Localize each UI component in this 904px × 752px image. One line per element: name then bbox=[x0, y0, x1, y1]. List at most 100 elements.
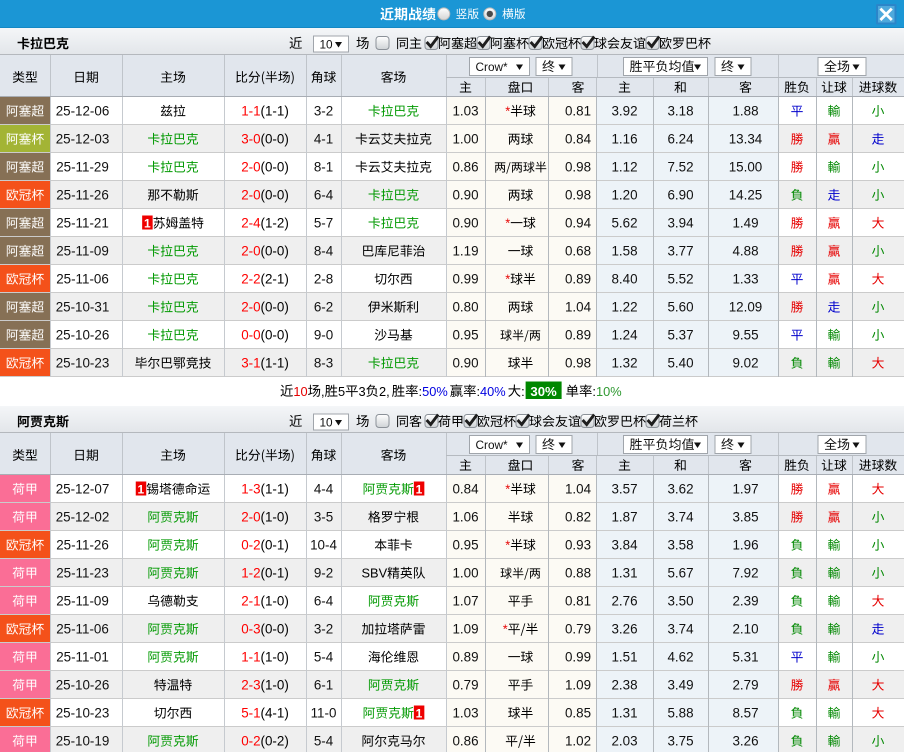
svg-text:*: * bbox=[505, 104, 510, 119]
svg-text:Crow*: Crow* bbox=[476, 438, 509, 452]
svg-text:0-3: 0-3 bbox=[241, 622, 260, 637]
svg-text:2-0: 2-0 bbox=[241, 510, 260, 525]
svg-text:1.51: 1.51 bbox=[611, 650, 637, 665]
svg-text:2-0: 2-0 bbox=[241, 160, 260, 175]
svg-text:2-3: 2-3 bbox=[241, 678, 260, 693]
svg-text:3.26: 3.26 bbox=[732, 734, 758, 749]
svg-text:0.99: 0.99 bbox=[452, 272, 478, 287]
svg-text:9.02: 9.02 bbox=[732, 356, 758, 371]
svg-text:25-11-21: 25-11-21 bbox=[56, 216, 109, 231]
svg-text:1-3: 1-3 bbox=[241, 482, 260, 497]
svg-text:0.99: 0.99 bbox=[565, 650, 591, 665]
svg-text:6.90: 6.90 bbox=[667, 188, 693, 203]
svg-text:9.55: 9.55 bbox=[732, 328, 758, 343]
svg-text:8-1: 8-1 bbox=[314, 160, 333, 175]
svg-text:3.84: 3.84 bbox=[611, 538, 638, 553]
svg-text:1: 1 bbox=[144, 216, 151, 230]
svg-text:25-11-09: 25-11-09 bbox=[56, 594, 109, 609]
svg-text:0.90: 0.90 bbox=[452, 216, 478, 231]
svg-text:11-0: 11-0 bbox=[311, 706, 337, 721]
svg-text:3.62: 3.62 bbox=[667, 482, 693, 497]
svg-text:*: * bbox=[505, 272, 510, 287]
svg-text:3.74: 3.74 bbox=[667, 510, 694, 525]
svg-text:(1-1): (1-1) bbox=[261, 482, 289, 497]
svg-text:3.57: 3.57 bbox=[611, 482, 637, 497]
svg-text:0.84: 0.84 bbox=[565, 132, 592, 147]
svg-text:0.90: 0.90 bbox=[452, 356, 478, 371]
svg-text:0.85: 0.85 bbox=[565, 706, 591, 721]
svg-text:4-1: 4-1 bbox=[314, 132, 333, 147]
svg-text:10%: 10% bbox=[596, 384, 622, 399]
svg-text::: : bbox=[521, 384, 525, 399]
svg-text:1.03: 1.03 bbox=[452, 104, 478, 119]
svg-text:(4-1): (4-1) bbox=[261, 706, 289, 721]
svg-text:3: 3 bbox=[359, 384, 366, 399]
svg-text:(0-0): (0-0) bbox=[261, 132, 289, 147]
svg-text:0.79: 0.79 bbox=[452, 678, 478, 693]
svg-text:2-0: 2-0 bbox=[241, 188, 260, 203]
svg-text:25-11-09: 25-11-09 bbox=[56, 244, 109, 259]
svg-text:0.86: 0.86 bbox=[452, 160, 478, 175]
svg-text:(0-1): (0-1) bbox=[261, 538, 289, 553]
svg-text:(2-1): (2-1) bbox=[261, 272, 289, 287]
svg-text:3.77: 3.77 bbox=[667, 244, 693, 259]
svg-text:0.95: 0.95 bbox=[452, 538, 478, 553]
svg-text:3.58: 3.58 bbox=[667, 538, 693, 553]
svg-text:(0-0): (0-0) bbox=[261, 328, 289, 343]
svg-text:3-1: 3-1 bbox=[241, 356, 260, 371]
svg-text:1.00: 1.00 bbox=[452, 132, 478, 147]
svg-text:*: * bbox=[505, 538, 510, 553]
svg-text:0.80: 0.80 bbox=[452, 300, 478, 315]
svg-text:7.52: 7.52 bbox=[667, 160, 693, 175]
svg-text:25-12-03: 25-12-03 bbox=[56, 132, 110, 147]
svg-text:7.92: 7.92 bbox=[732, 566, 758, 581]
svg-text:1.07: 1.07 bbox=[452, 594, 478, 609]
svg-text:*: * bbox=[503, 622, 508, 637]
svg-text:1-1: 1-1 bbox=[241, 650, 260, 665]
svg-text:10-4: 10-4 bbox=[310, 538, 337, 553]
svg-text:1.03: 1.03 bbox=[452, 706, 478, 721]
svg-text:25-10-26: 25-10-26 bbox=[56, 328, 110, 343]
svg-text:1.16: 1.16 bbox=[611, 132, 637, 147]
svg-text:*: * bbox=[505, 216, 510, 231]
svg-text:2-0: 2-0 bbox=[241, 300, 260, 315]
svg-text:0.88: 0.88 bbox=[565, 566, 591, 581]
svg-text:50%: 50% bbox=[422, 384, 448, 399]
svg-text:1.09: 1.09 bbox=[452, 622, 478, 637]
svg-text:10: 10 bbox=[293, 384, 307, 399]
svg-text:(1-0): (1-0) bbox=[261, 594, 289, 609]
svg-text:3.18: 3.18 bbox=[667, 104, 693, 119]
svg-text:1.12: 1.12 bbox=[611, 160, 637, 175]
svg-text:5.60: 5.60 bbox=[667, 300, 693, 315]
svg-text:8.57: 8.57 bbox=[732, 706, 758, 721]
svg-text:1.31: 1.31 bbox=[611, 566, 637, 581]
svg-text:25-10-26: 25-10-26 bbox=[56, 678, 110, 693]
svg-text:3.94: 3.94 bbox=[667, 216, 694, 231]
svg-text:25-11-06: 25-11-06 bbox=[56, 272, 109, 287]
svg-text:(1-0): (1-0) bbox=[261, 510, 289, 525]
svg-text:25-11-26: 25-11-26 bbox=[56, 188, 109, 203]
svg-text:30%: 30% bbox=[530, 384, 557, 399]
svg-text:0.98: 0.98 bbox=[565, 356, 591, 371]
svg-text:3.74: 3.74 bbox=[667, 622, 694, 637]
svg-text:1.24: 1.24 bbox=[611, 328, 638, 343]
svg-text:0.81: 0.81 bbox=[565, 104, 591, 119]
svg-text:0.90: 0.90 bbox=[452, 188, 478, 203]
svg-text:12.09: 12.09 bbox=[729, 300, 763, 315]
svg-text:10: 10 bbox=[320, 415, 334, 429]
svg-text:25-10-19: 25-10-19 bbox=[56, 734, 110, 749]
svg-text:0-2: 0-2 bbox=[241, 734, 260, 749]
svg-text:5.67: 5.67 bbox=[667, 566, 693, 581]
svg-text:1.06: 1.06 bbox=[452, 510, 478, 525]
svg-text:25-11-01: 25-11-01 bbox=[56, 650, 109, 665]
svg-text:1.09: 1.09 bbox=[565, 678, 591, 693]
svg-text:25-10-23: 25-10-23 bbox=[56, 356, 110, 371]
svg-text:3-5: 3-5 bbox=[314, 510, 333, 525]
svg-text:2.03: 2.03 bbox=[611, 734, 637, 749]
svg-text:2-2: 2-2 bbox=[241, 272, 260, 287]
svg-text:4.62: 4.62 bbox=[667, 650, 693, 665]
svg-text:(0-0): (0-0) bbox=[261, 300, 289, 315]
svg-text:1: 1 bbox=[416, 482, 423, 496]
svg-text:(1-0): (1-0) bbox=[261, 650, 289, 665]
svg-text:2-1: 2-1 bbox=[241, 594, 260, 609]
